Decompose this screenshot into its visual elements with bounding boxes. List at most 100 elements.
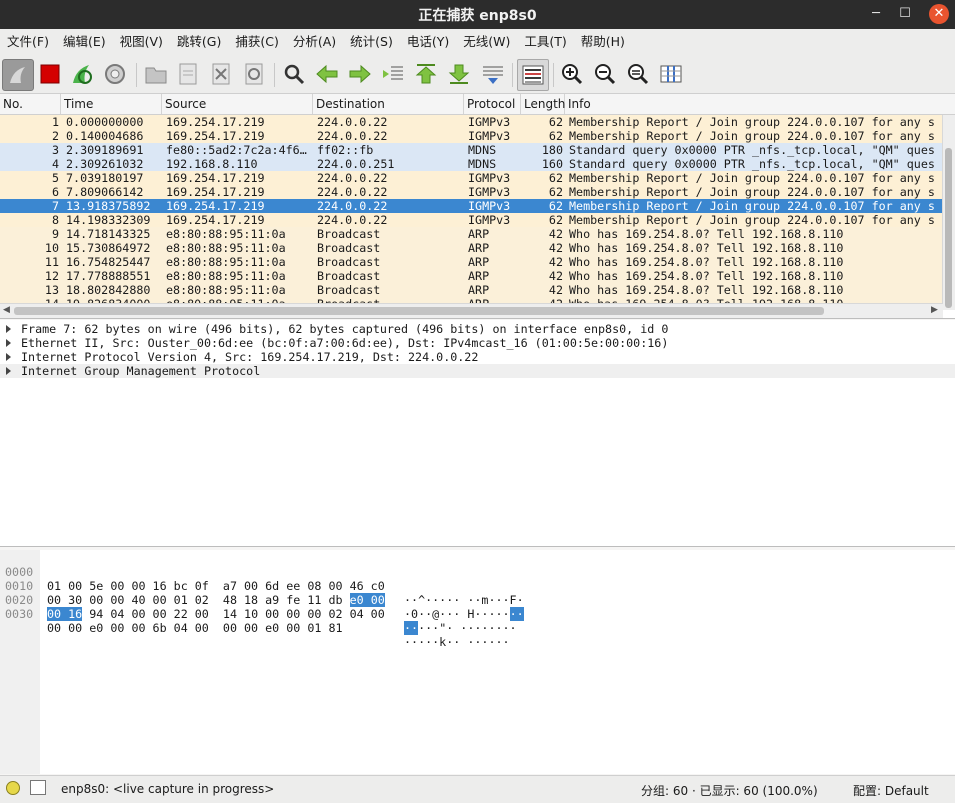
packet-info: Membership Report / Join group 224.0.0.1…: [569, 213, 935, 227]
arrow-down-icon: [448, 64, 470, 84]
last-packet-button[interactable]: [444, 59, 474, 89]
document-icon: [179, 63, 197, 85]
packet-destination: Broadcast: [317, 255, 381, 269]
save-file-button[interactable]: [173, 59, 203, 89]
packet-destination: 224.0.0.22: [317, 199, 388, 213]
column-length[interactable]: Length: [521, 94, 565, 114]
packet-list-vscrollbar[interactable]: [942, 115, 955, 310]
expand-arrow-icon[interactable]: [6, 325, 11, 333]
profile-selector[interactable]: 配置: Default: [853, 782, 929, 799]
packet-destination: 224.0.0.251: [317, 157, 395, 171]
column-source[interactable]: Source: [162, 94, 313, 114]
menu-analyze[interactable]: 分析(A): [286, 29, 343, 55]
menu-capture[interactable]: 捕获(C): [228, 29, 285, 55]
table-row[interactable]: 1 0.000000000 169.254.17.219 224.0.0.22 IGMP…: [0, 115, 943, 129]
scroll-thumb[interactable]: [945, 148, 952, 308]
packet-no: 1: [51, 115, 59, 129]
menu-go[interactable]: 跳转(G): [170, 29, 228, 55]
menu-tools[interactable]: 工具(T): [517, 29, 573, 55]
packet-length: 62: [548, 129, 563, 143]
packet-time: 14.718143325: [66, 227, 151, 241]
table-row[interactable]: 13 18.802842880 e8:80:88:95:11:0a Broadcast…: [0, 283, 943, 297]
packet-no: 11: [44, 255, 59, 269]
menu-edit[interactable]: 编辑(E): [56, 29, 113, 55]
table-row[interactable]: 2 0.140004686 169.254.17.219 224.0.0.22 IGMP…: [0, 129, 943, 143]
detail-igmp[interactable]: Internet Group Management Protocol: [0, 364, 955, 378]
capture-options-button[interactable]: [100, 59, 130, 89]
detail-ethernet[interactable]: Ethernet II, Src: Ouster_00:6d:ee (bc:0f…: [0, 336, 955, 350]
table-row-selected[interactable]: 7 13.918375892 169.254.17.219 224.0.0.22 IGM…: [0, 199, 943, 213]
table-row[interactable]: 4 2.309261032 192.168.8.110 224.0.0.251 MDNS…: [0, 157, 943, 171]
detail-frame[interactable]: Frame 7: 62 bytes on wire (496 bits), 62…: [0, 322, 955, 336]
go-back-button[interactable]: [312, 59, 342, 89]
packet-info: Standard query 0x0000 PTR _nfs._tcp.loca…: [569, 143, 935, 157]
go-to-packet-button[interactable]: [378, 59, 408, 89]
stop-capture-button[interactable]: [35, 59, 65, 89]
packet-length: 42: [548, 255, 563, 269]
scroll-left-icon[interactable]: ◀: [3, 305, 10, 315]
find-packet-button[interactable]: [279, 59, 309, 89]
resize-columns-button[interactable]: [656, 59, 686, 89]
menu-bar: 文件(F) 编辑(E) 视图(V) 跳转(G) 捕获(C) 分析(A) 统计(S) 电话(Y)…: [0, 29, 955, 55]
expand-arrow-icon[interactable]: [6, 353, 11, 361]
menu-telephony[interactable]: 电话(Y): [400, 29, 456, 55]
table-row[interactable]: 11 16.754825447 e8:80:88:95:11:0a Broadcast…: [0, 255, 943, 269]
hex-row[interactable]: 0000 01 00 5e 00 00 16 bc 0f a7 00 6d ee…: [0, 551, 524, 607]
column-time[interactable]: Time: [61, 94, 162, 114]
column-protocol[interactable]: Protocol: [464, 94, 521, 114]
hscroll-thumb[interactable]: [14, 307, 824, 315]
hex-row[interactable]: 0030 00 00 e0 00 00 6b 04 00 00 00 e0 00…: [0, 593, 510, 649]
table-row[interactable]: 8 14.198332309 169.254.17.219 224.0.0.22 IGM…: [0, 213, 943, 227]
packet-protocol: ARP: [468, 227, 490, 241]
detail-ipv4[interactable]: Internet Protocol Version 4, Src: 169.25…: [0, 350, 955, 364]
table-row[interactable]: 6 7.809066142 169.254.17.219 224.0.0.22 IGMP…: [0, 185, 943, 199]
menu-statistics[interactable]: 统计(S): [343, 29, 400, 55]
hex-row[interactable]: 0020 00 16 94 04 00 00 22 00 14 10 00 00…: [0, 579, 517, 635]
menu-wireless[interactable]: 无线(W): [456, 29, 517, 55]
table-row[interactable]: 5 7.039180197 169.254.17.219 224.0.0.22 IGMP…: [0, 171, 943, 185]
packet-destination: 224.0.0.22: [317, 171, 388, 185]
expert-info-icon[interactable]: [6, 781, 20, 795]
column-info[interactable]: Info: [565, 94, 955, 114]
first-packet-button[interactable]: [411, 59, 441, 89]
colorize-button[interactable]: [517, 59, 549, 91]
packet-time: 13.918375892: [66, 199, 151, 213]
expand-arrow-icon[interactable]: [6, 339, 11, 347]
packet-protocol: ARP: [468, 241, 490, 255]
packet-list-hscrollbar[interactable]: ◀ ▶: [0, 303, 943, 318]
scroll-right-icon[interactable]: ▶: [931, 305, 938, 315]
capture-comment-icon[interactable]: [30, 780, 46, 795]
hex-row[interactable]: 0010 00 30 00 00 40 00 01 02 48 18 a9 fe…: [0, 565, 524, 621]
restart-capture-button[interactable]: [67, 59, 97, 89]
expand-arrow-icon[interactable]: [6, 367, 11, 375]
column-destination[interactable]: Destination: [313, 94, 464, 114]
packet-source: e8:80:88:95:11:0a: [166, 227, 286, 241]
table-row[interactable]: 3 2.309189691 fe80::5ad2:7c2a:4f6… ff02::fb…: [0, 143, 943, 157]
packet-bytes-pane: 0000 01 00 5e 00 00 16 bc 0f a7 00 6d ee…: [0, 550, 955, 774]
packet-no: 8: [51, 213, 59, 227]
table-row[interactable]: 9 14.718143325 e8:80:88:95:11:0a Broadcast A…: [0, 227, 943, 241]
packet-info: Membership Report / Join group 224.0.0.1…: [569, 185, 935, 199]
zoom-in-icon: [562, 64, 583, 85]
close-file-button[interactable]: [206, 59, 236, 89]
packet-list-pane: No. Time Source Destination Protocol Len…: [0, 94, 955, 319]
menu-file[interactable]: 文件(F): [0, 29, 56, 55]
normal-size-button[interactable]: [623, 59, 653, 89]
column-no[interactable]: No.: [0, 94, 61, 114]
highlighted-ascii: ··: [509, 607, 524, 621]
minimize-button[interactable]: ─: [866, 4, 886, 24]
menu-help[interactable]: 帮助(H): [574, 29, 632, 55]
open-file-button[interactable]: [141, 59, 171, 89]
maximize-button[interactable]: ☐: [895, 4, 915, 24]
menu-view[interactable]: 视图(V): [113, 29, 170, 55]
packet-destination: 224.0.0.22: [317, 185, 388, 199]
go-forward-button[interactable]: [345, 59, 375, 89]
reload-file-button[interactable]: [239, 59, 269, 89]
autoscroll-button[interactable]: [478, 59, 508, 89]
zoom-out-button[interactable]: [590, 59, 620, 89]
table-row[interactable]: 12 17.778888551 e8:80:88:95:11:0a Broadcast…: [0, 269, 943, 283]
start-capture-button[interactable]: [2, 59, 34, 91]
close-button[interactable]: ✕: [929, 4, 949, 24]
zoom-in-button[interactable]: [557, 59, 587, 89]
table-row[interactable]: 10 15.730864972 e8:80:88:95:11:0a Broadcast…: [0, 241, 943, 255]
